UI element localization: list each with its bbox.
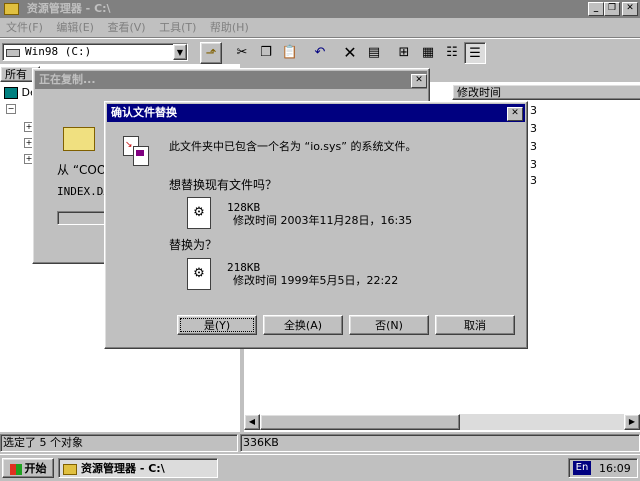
horizontal-scrollbar[interactable]: ◀ ▶	[244, 414, 640, 430]
delete-button[interactable]: ✕	[340, 42, 360, 62]
windows-logo-icon	[9, 463, 22, 475]
details-icon: ☰	[469, 45, 481, 61]
up-folder-icon: ⬏	[205, 45, 217, 61]
folder-icon	[4, 3, 19, 15]
address-combo[interactable]: Win98 (C:) ▼	[2, 43, 188, 61]
window-title: 资源管理器 - C:\	[26, 2, 111, 15]
menu-bar: 文件(F) 编辑(E) 查看(V) 工具(T) 帮助(H)	[6, 20, 259, 36]
system-file-icon: ⚙	[187, 258, 211, 290]
existing-modified: 修改时间 2003年11月28日，16:35	[233, 214, 413, 227]
confirm-dialog-title-bar: 确认文件替换	[107, 104, 525, 122]
partial-row-text: 3	[530, 122, 537, 135]
desktop-icon	[4, 87, 18, 99]
confirm-dialog-close-button[interactable]: ✕	[507, 107, 523, 121]
dropdown-arrow-button[interactable]: ▼	[173, 44, 187, 60]
folder-icon	[63, 463, 77, 475]
folder-icon	[63, 127, 95, 151]
confirm-replace-dialog: 确认文件替换 ✕ ↘ 此文件夹中已包含一个名为 “io.sys” 的系统文件。 …	[104, 101, 528, 349]
menu-tools[interactable]: 工具(T)	[159, 21, 196, 34]
scissors-icon: ✂	[236, 44, 248, 60]
drive-icon	[6, 49, 20, 57]
replace-with-label: 替换为？	[169, 238, 218, 252]
copy-dialog-title-bar: 正在复制...	[35, 71, 427, 89]
close-button[interactable]: ✕	[622, 2, 638, 16]
no-button[interactable]: 否(N)	[349, 315, 429, 335]
properties-icon: ▤	[367, 44, 381, 60]
tree-expander[interactable]: −	[6, 104, 16, 114]
column-header-modified[interactable]: 修改时间	[452, 84, 640, 100]
undo-icon: ↶	[314, 44, 326, 60]
new-modified: 修改时间 1999年5月5日，22:22	[233, 274, 399, 287]
system-tray: En 16:09	[568, 458, 638, 478]
scroll-thumb[interactable]	[260, 414, 460, 430]
yes-button[interactable]: 是(Y)	[177, 315, 257, 335]
partial-row-text: 3	[530, 140, 537, 153]
minimize-button[interactable]: _	[588, 2, 604, 16]
file-replace-icon: ↘	[123, 136, 149, 166]
partial-row-text: 3	[530, 104, 537, 117]
menu-view[interactable]: 查看(V)	[107, 21, 145, 34]
taskbar: 开始 资源管理器 - C:\ En 16:09	[0, 454, 640, 481]
partial-row-text: 3	[530, 158, 537, 171]
main-title-bar: 资源管理器 - C:\	[0, 0, 640, 18]
view-list-button[interactable]: ☷	[442, 42, 462, 62]
confirm-question: 想替换现有文件吗？	[169, 178, 278, 192]
scroll-left-button[interactable]: ◀	[244, 414, 260, 430]
copy-button[interactable]: ❐	[256, 42, 276, 62]
paste-button[interactable]: 📋	[280, 42, 300, 62]
copy-dialog-close-button[interactable]: ✕	[411, 74, 427, 88]
partial-row-text: 3	[530, 174, 537, 187]
language-indicator[interactable]: En	[573, 461, 591, 475]
delete-x-icon: ✕	[343, 42, 357, 62]
system-file-icon: ⚙	[187, 197, 211, 229]
menu-file[interactable]: 文件(F)	[6, 21, 43, 34]
cancel-button[interactable]: 取消	[435, 315, 515, 335]
menu-divider	[0, 37, 640, 39]
menu-help[interactable]: 帮助(H)	[210, 21, 249, 34]
status-left: 选定了 5 个对象	[0, 434, 238, 452]
list-icon: ☷	[446, 44, 458, 60]
copy-file-text: INDEX.DA	[57, 185, 110, 198]
view-large-icons-button[interactable]: ⊞	[394, 42, 414, 62]
properties-button[interactable]: ▤	[364, 42, 384, 62]
large-icons-icon: ⊞	[398, 44, 410, 60]
taskbar-explorer-task[interactable]: 资源管理器 - C:\	[58, 458, 218, 478]
address-value: Win98 (C:)	[25, 45, 92, 58]
cut-button[interactable]: ✂	[232, 42, 252, 62]
up-folder-button[interactable]: ⬏	[200, 42, 222, 64]
view-details-button[interactable]: ☰	[464, 42, 486, 64]
copy-icon: ❐	[260, 44, 272, 60]
menu-edit[interactable]: 编辑(E)	[56, 21, 94, 34]
paste-icon: 📋	[281, 44, 299, 60]
restore-button[interactable]: ❐	[604, 2, 620, 16]
small-icons-icon: ▦	[421, 44, 435, 60]
view-small-icons-button[interactable]: ▦	[418, 42, 438, 62]
yes-to-all-button[interactable]: 全换(A)	[263, 315, 343, 335]
scroll-right-button[interactable]: ▶	[624, 414, 640, 430]
status-right: 336KB	[240, 434, 640, 452]
clock[interactable]: 16:09	[599, 462, 631, 475]
start-button[interactable]: 开始	[2, 458, 54, 478]
undo-button[interactable]: ↶	[310, 42, 330, 62]
confirm-message: 此文件夹中已包含一个名为 “io.sys” 的系统文件。	[169, 140, 417, 153]
